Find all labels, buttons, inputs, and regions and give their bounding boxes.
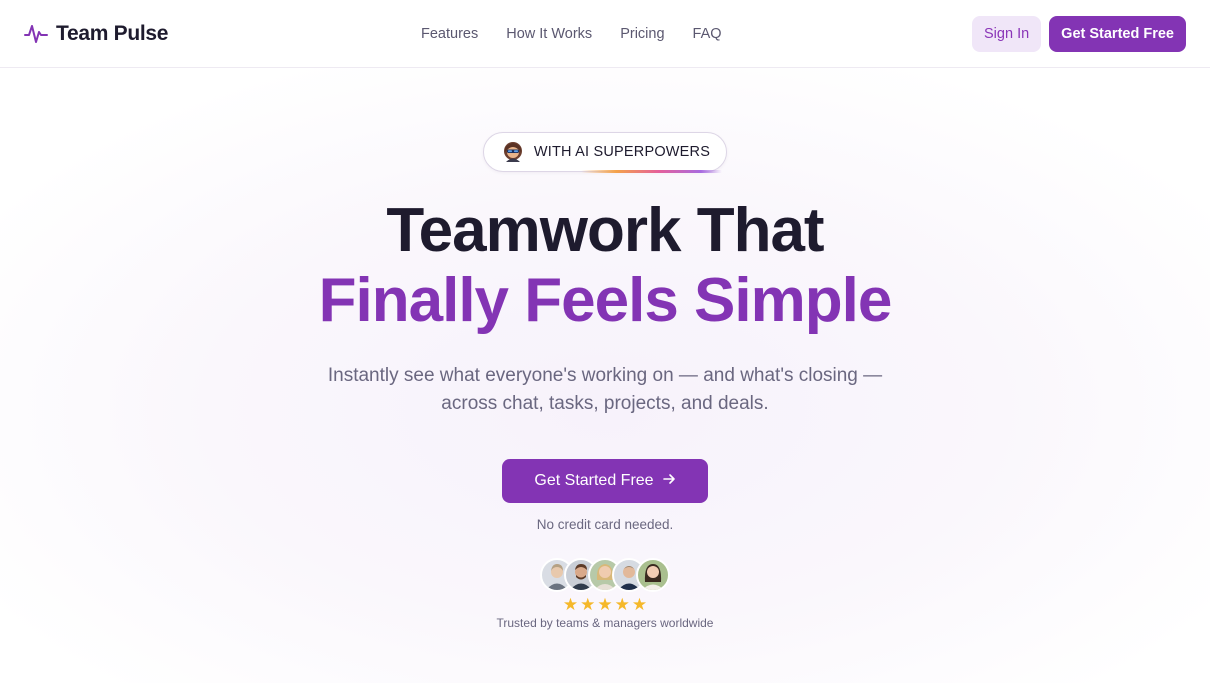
nav-link-faq[interactable]: FAQ xyxy=(693,26,722,42)
cta-note: No credit card needed. xyxy=(536,517,674,532)
nav-link-features[interactable]: Features xyxy=(421,26,478,42)
ai-badge: WITH AI SUPERPOWERS xyxy=(482,132,728,173)
headline-line-2: Finally Feels Simple xyxy=(318,266,893,335)
nav-links: Features How It Works Pricing FAQ xyxy=(421,0,750,68)
brand-name: Team Pulse xyxy=(56,21,169,45)
hero-subheadline: Instantly see what everyone's working on… xyxy=(327,365,883,414)
headline-line-1: Teamwork That xyxy=(386,196,824,265)
pulse-icon xyxy=(24,22,48,46)
nav-link-pricing[interactable]: Pricing xyxy=(620,26,664,42)
top-navigation: Team Pulse Features How It Works Pricing… xyxy=(0,0,1210,68)
star-rating: ★ ★ ★ ★ ★ xyxy=(563,596,647,614)
star-icon: ★ xyxy=(597,595,613,614)
cta-label: Get Started Free xyxy=(534,472,654,489)
star-icon: ★ xyxy=(562,595,579,614)
star-icon: ★ xyxy=(631,595,648,614)
avatar xyxy=(636,558,670,592)
nav-actions: Sign In Get Started Free xyxy=(972,16,1186,52)
hero-section: WITH AI SUPERPOWERS Teamwork That Finall… xyxy=(0,68,1210,683)
badge-label: WITH AI SUPERPOWERS xyxy=(533,144,711,160)
arrow-right-icon xyxy=(662,472,676,491)
ai-avatar-icon xyxy=(499,139,526,165)
brand-logo[interactable]: Team Pulse xyxy=(24,22,168,46)
sign-in-button[interactable]: Sign In xyxy=(972,16,1042,52)
customer-avatars xyxy=(540,558,670,592)
trust-text: Trusted by teams & managers worldwide xyxy=(496,616,714,630)
get-started-cta-button[interactable]: Get Started Free xyxy=(502,459,708,503)
get-started-nav-button[interactable]: Get Started Free xyxy=(1049,16,1186,52)
star-icon: ★ xyxy=(614,595,630,614)
nav-link-how-it-works[interactable]: How It Works xyxy=(506,26,592,42)
star-icon: ★ xyxy=(580,595,596,614)
